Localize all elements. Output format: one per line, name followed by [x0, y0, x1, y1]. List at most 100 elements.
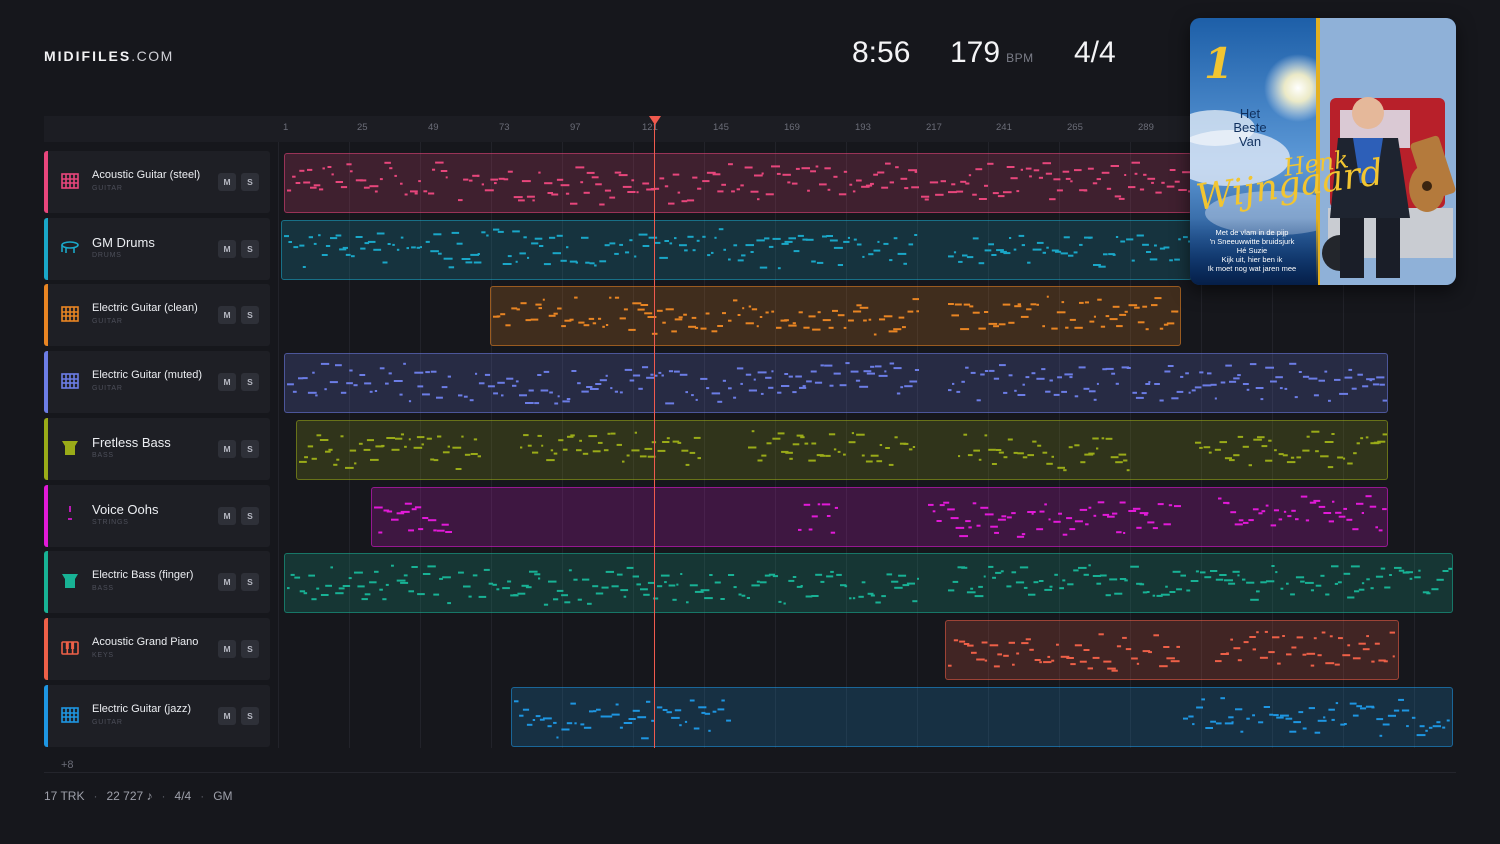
track-header[interactable]: Fretless Bass BASS M S [44, 418, 270, 480]
track-name: Electric Guitar (muted) [92, 369, 203, 381]
ruler-tick: 169 [784, 122, 800, 133]
track-clip[interactable] [511, 687, 1453, 747]
ruler-tick: 217 [926, 122, 942, 133]
midi-standard: GM [213, 789, 233, 803]
solo-button[interactable]: S [241, 373, 259, 391]
track-header[interactable]: Electric Guitar (clean) GUITAR M S [44, 284, 270, 346]
ruler-tick: 145 [713, 122, 729, 133]
track-name: Acoustic Guitar (steel) [92, 169, 201, 181]
track-clip[interactable] [284, 353, 1388, 413]
guitar-grid-icon [60, 371, 80, 391]
site-logo[interactable]: MIDIFILES.COM [44, 48, 174, 64]
mute-button[interactable]: M [218, 306, 236, 324]
bass-icon [60, 571, 80, 591]
note-pattern [514, 697, 1450, 740]
drum-icon [60, 238, 80, 258]
guitar-grid-icon [60, 705, 80, 725]
tempo-display: 179 BPM [950, 36, 1034, 70]
piano-icon [60, 638, 80, 658]
album-title-line1: Het [1240, 106, 1261, 121]
note-pattern [299, 430, 1387, 472]
note-pattern [284, 228, 1191, 270]
track-clip[interactable] [945, 620, 1399, 680]
mute-button[interactable]: M [218, 707, 236, 725]
track-header[interactable]: Electric Guitar (jazz) GUITAR M S [44, 685, 270, 747]
album-title-line2: Beste [1233, 120, 1266, 135]
ruler-tick: 289 [1138, 122, 1154, 133]
album-song-5: Ik moet nog wat jaren mee [1208, 264, 1296, 273]
logo-light: .COM [131, 48, 174, 64]
playhead[interactable] [654, 120, 655, 748]
track-category: GUITAR [92, 185, 123, 192]
ruler-tick: 73 [499, 122, 510, 133]
ruler-tick: 25 [357, 122, 368, 133]
footer-time-signature: 4/4 [174, 789, 192, 803]
album-title-line3: Van [1239, 134, 1261, 149]
logo-bold: MIDIFILES [44, 48, 132, 64]
track-header[interactable]: Acoustic Grand Piano KEYS M S [44, 618, 270, 680]
time-signature-display: 4/4 [1074, 36, 1116, 69]
track-header[interactable]: Voice Oohs STRINGS M S [44, 485, 270, 547]
ruler-tick: 97 [570, 122, 581, 133]
playhead-marker[interactable] [649, 116, 661, 125]
track-name: Electric Guitar (jazz) [92, 703, 192, 715]
track-clip[interactable] [281, 220, 1192, 280]
ruler-tick: 265 [1067, 122, 1083, 133]
track-clip[interactable] [284, 553, 1453, 613]
track-color-bar [44, 551, 48, 613]
track-clip[interactable] [296, 420, 1388, 480]
track-name: Electric Bass (finger) [92, 569, 194, 581]
mute-button[interactable]: M [218, 640, 236, 658]
footer-summary: 17 TRK · 22 727 ♪ · 4/4 · GM [44, 789, 233, 803]
solo-button[interactable]: S [241, 573, 259, 591]
album-cover-art: 1 Het Beste Van Henk Wijngaard Met de vl… [1190, 18, 1456, 285]
mute-button[interactable]: M [218, 440, 236, 458]
track-clip[interactable] [371, 487, 1388, 547]
solo-button[interactable]: S [241, 507, 259, 525]
solo-button[interactable]: S [241, 440, 259, 458]
album-song-4: Kijk uit, hier ben ik [1222, 255, 1283, 264]
ruler-tick: 1 [283, 122, 289, 133]
guitar-grid-icon [60, 304, 80, 324]
mute-button[interactable]: M [218, 173, 236, 191]
track-clip[interactable] [490, 286, 1181, 346]
track-header[interactable]: Acoustic Guitar (steel) GUITAR M S [44, 151, 270, 213]
track-header[interactable]: Electric Bass (finger) BASS M S [44, 551, 270, 613]
note-count: 22 727 ♪ [106, 789, 153, 803]
mute-button[interactable]: M [218, 373, 236, 391]
track-name: Voice Oohs [92, 502, 159, 517]
mute-button[interactable]: M [218, 240, 236, 258]
track-color-bar [44, 218, 48, 280]
track-category: GUITAR [92, 719, 123, 726]
bpm-value: 179 [950, 36, 1001, 69]
mute-button[interactable]: M [218, 573, 236, 591]
track-clip[interactable] [284, 153, 1192, 213]
track-header[interactable]: Electric Guitar (muted) GUITAR M S [44, 351, 270, 413]
track-header[interactable]: GM Drums DRUMS M S [44, 218, 270, 280]
track-category: BASS [92, 452, 114, 459]
solo-button[interactable]: S [241, 240, 259, 258]
track-category: GUITAR [92, 385, 123, 392]
album-cover: 1 Het Beste Van Henk Wijngaard Met de vl… [1190, 18, 1456, 285]
solo-button[interactable]: S [241, 306, 259, 324]
ruler-tick: 49 [428, 122, 439, 133]
track-color-bar [44, 685, 48, 747]
solo-button[interactable]: S [241, 173, 259, 191]
more-tracks-indicator[interactable]: +8 [61, 759, 74, 771]
grid-line [278, 142, 279, 748]
solo-button[interactable]: S [241, 707, 259, 725]
note-pattern [287, 362, 1387, 405]
track-color-bar [44, 151, 48, 213]
track-color-bar [44, 284, 48, 346]
guitar-grid-icon [60, 171, 80, 191]
mute-button[interactable]: M [218, 507, 236, 525]
track-color-bar [44, 418, 48, 480]
duration-display: 8:56 [852, 36, 911, 69]
track-category: DRUMS [92, 252, 122, 259]
track-name: Acoustic Grand Piano [92, 636, 199, 648]
track-name: GM Drums [92, 235, 155, 250]
note-pattern [374, 495, 1387, 538]
track-color-bar [44, 351, 48, 413]
ruler-tick: 193 [855, 122, 871, 133]
solo-button[interactable]: S [241, 640, 259, 658]
